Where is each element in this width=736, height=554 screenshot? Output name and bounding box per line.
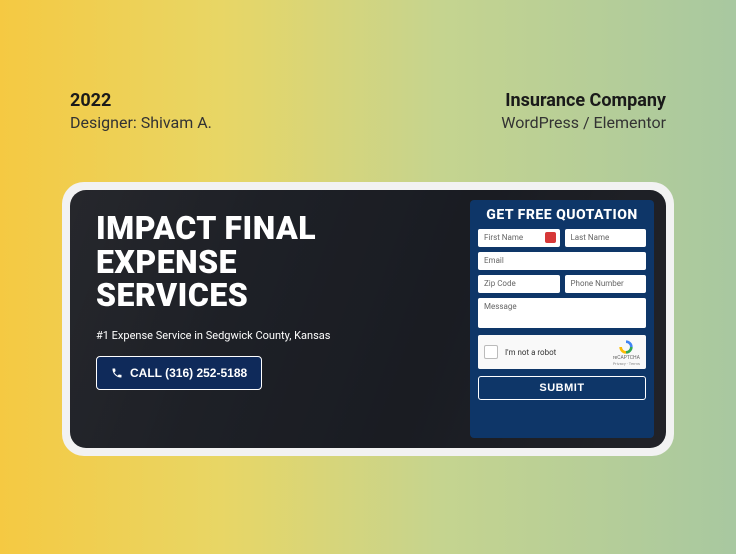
form-title: GET FREE QUOTATION bbox=[478, 207, 646, 223]
field-placeholder: Last Name bbox=[571, 233, 610, 242]
hero-title: IMPACT FINAL EXPENSE SERVICES bbox=[96, 212, 460, 313]
showcase-card: IMPACT FINAL EXPENSE SERVICES #1 Expense… bbox=[62, 182, 674, 456]
recaptcha-icon bbox=[618, 339, 634, 355]
submit-button[interactable]: SUBMIT bbox=[478, 376, 646, 400]
field-placeholder: Zip Code bbox=[484, 279, 516, 288]
field-placeholder: First Name bbox=[484, 233, 523, 242]
hero-title-line: SERVICES bbox=[96, 279, 460, 313]
call-button[interactable]: CALL (316) 252-5188 bbox=[96, 356, 262, 390]
last-name-field[interactable]: Last Name bbox=[565, 229, 647, 247]
recaptcha-logo: reCAPTCHA Privacy - Terms bbox=[613, 339, 640, 366]
quotation-form: GET FREE QUOTATION First Name Last Name … bbox=[470, 200, 654, 438]
platform-label: WordPress / Elementor bbox=[501, 113, 666, 132]
recaptcha[interactable]: I'm not a robot reCAPTCHA Privacy - Term… bbox=[478, 335, 646, 369]
phone-icon bbox=[111, 367, 123, 379]
field-placeholder: Message bbox=[484, 302, 517, 311]
phone-field[interactable]: Phone Number bbox=[565, 275, 647, 293]
hero-subtitle: #1 Expense Service in Sedgwick County, K… bbox=[96, 329, 460, 342]
year-label: 2022 bbox=[70, 90, 212, 111]
email-field[interactable]: Email bbox=[478, 252, 646, 270]
field-placeholder: Phone Number bbox=[571, 279, 624, 288]
designer-label: Designer: Shivam A. bbox=[70, 113, 212, 132]
zip-field[interactable]: Zip Code bbox=[478, 275, 560, 293]
call-button-label: CALL (316) 252-5188 bbox=[130, 366, 247, 380]
company-label: Insurance Company bbox=[501, 90, 666, 111]
website-preview: IMPACT FINAL EXPENSE SERVICES #1 Expense… bbox=[70, 190, 666, 448]
recaptcha-terms: Privacy - Terms bbox=[613, 361, 640, 366]
field-placeholder: Email bbox=[484, 256, 504, 265]
recaptcha-text: I'm not a robot bbox=[505, 348, 613, 357]
required-badge-icon bbox=[545, 232, 556, 243]
message-field[interactable]: Message bbox=[478, 298, 646, 328]
recaptcha-checkbox[interactable] bbox=[484, 345, 498, 359]
hero-title-line: IMPACT FINAL bbox=[96, 212, 460, 246]
first-name-field[interactable]: First Name bbox=[478, 229, 560, 247]
hero-title-line: EXPENSE bbox=[96, 246, 460, 280]
